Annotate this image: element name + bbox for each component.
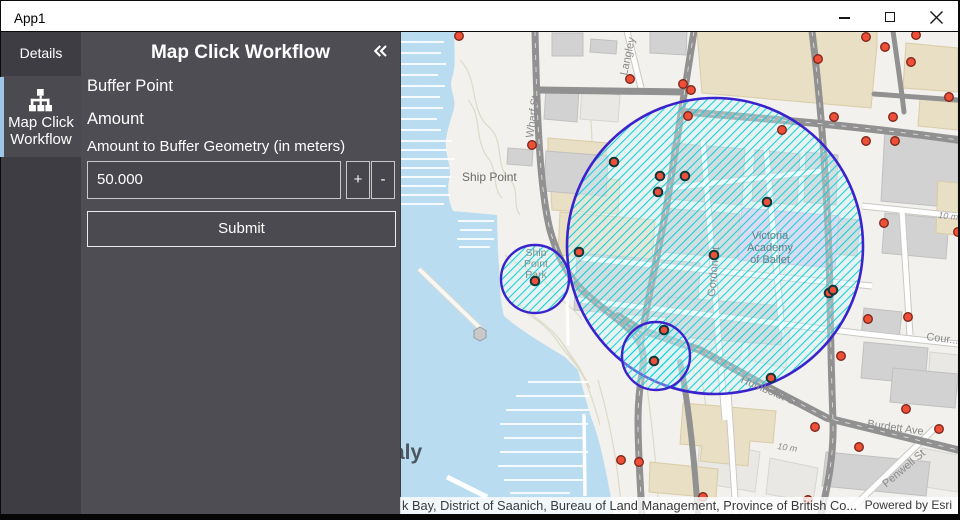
svg-text:Ship Point: Ship Point	[462, 170, 517, 184]
svg-text:of Ballet: of Ballet	[750, 254, 790, 266]
svg-text:Academy: Academy	[747, 242, 793, 254]
svg-text:Victoria: Victoria	[752, 230, 789, 242]
svg-text:aly: aly	[400, 441, 423, 464]
